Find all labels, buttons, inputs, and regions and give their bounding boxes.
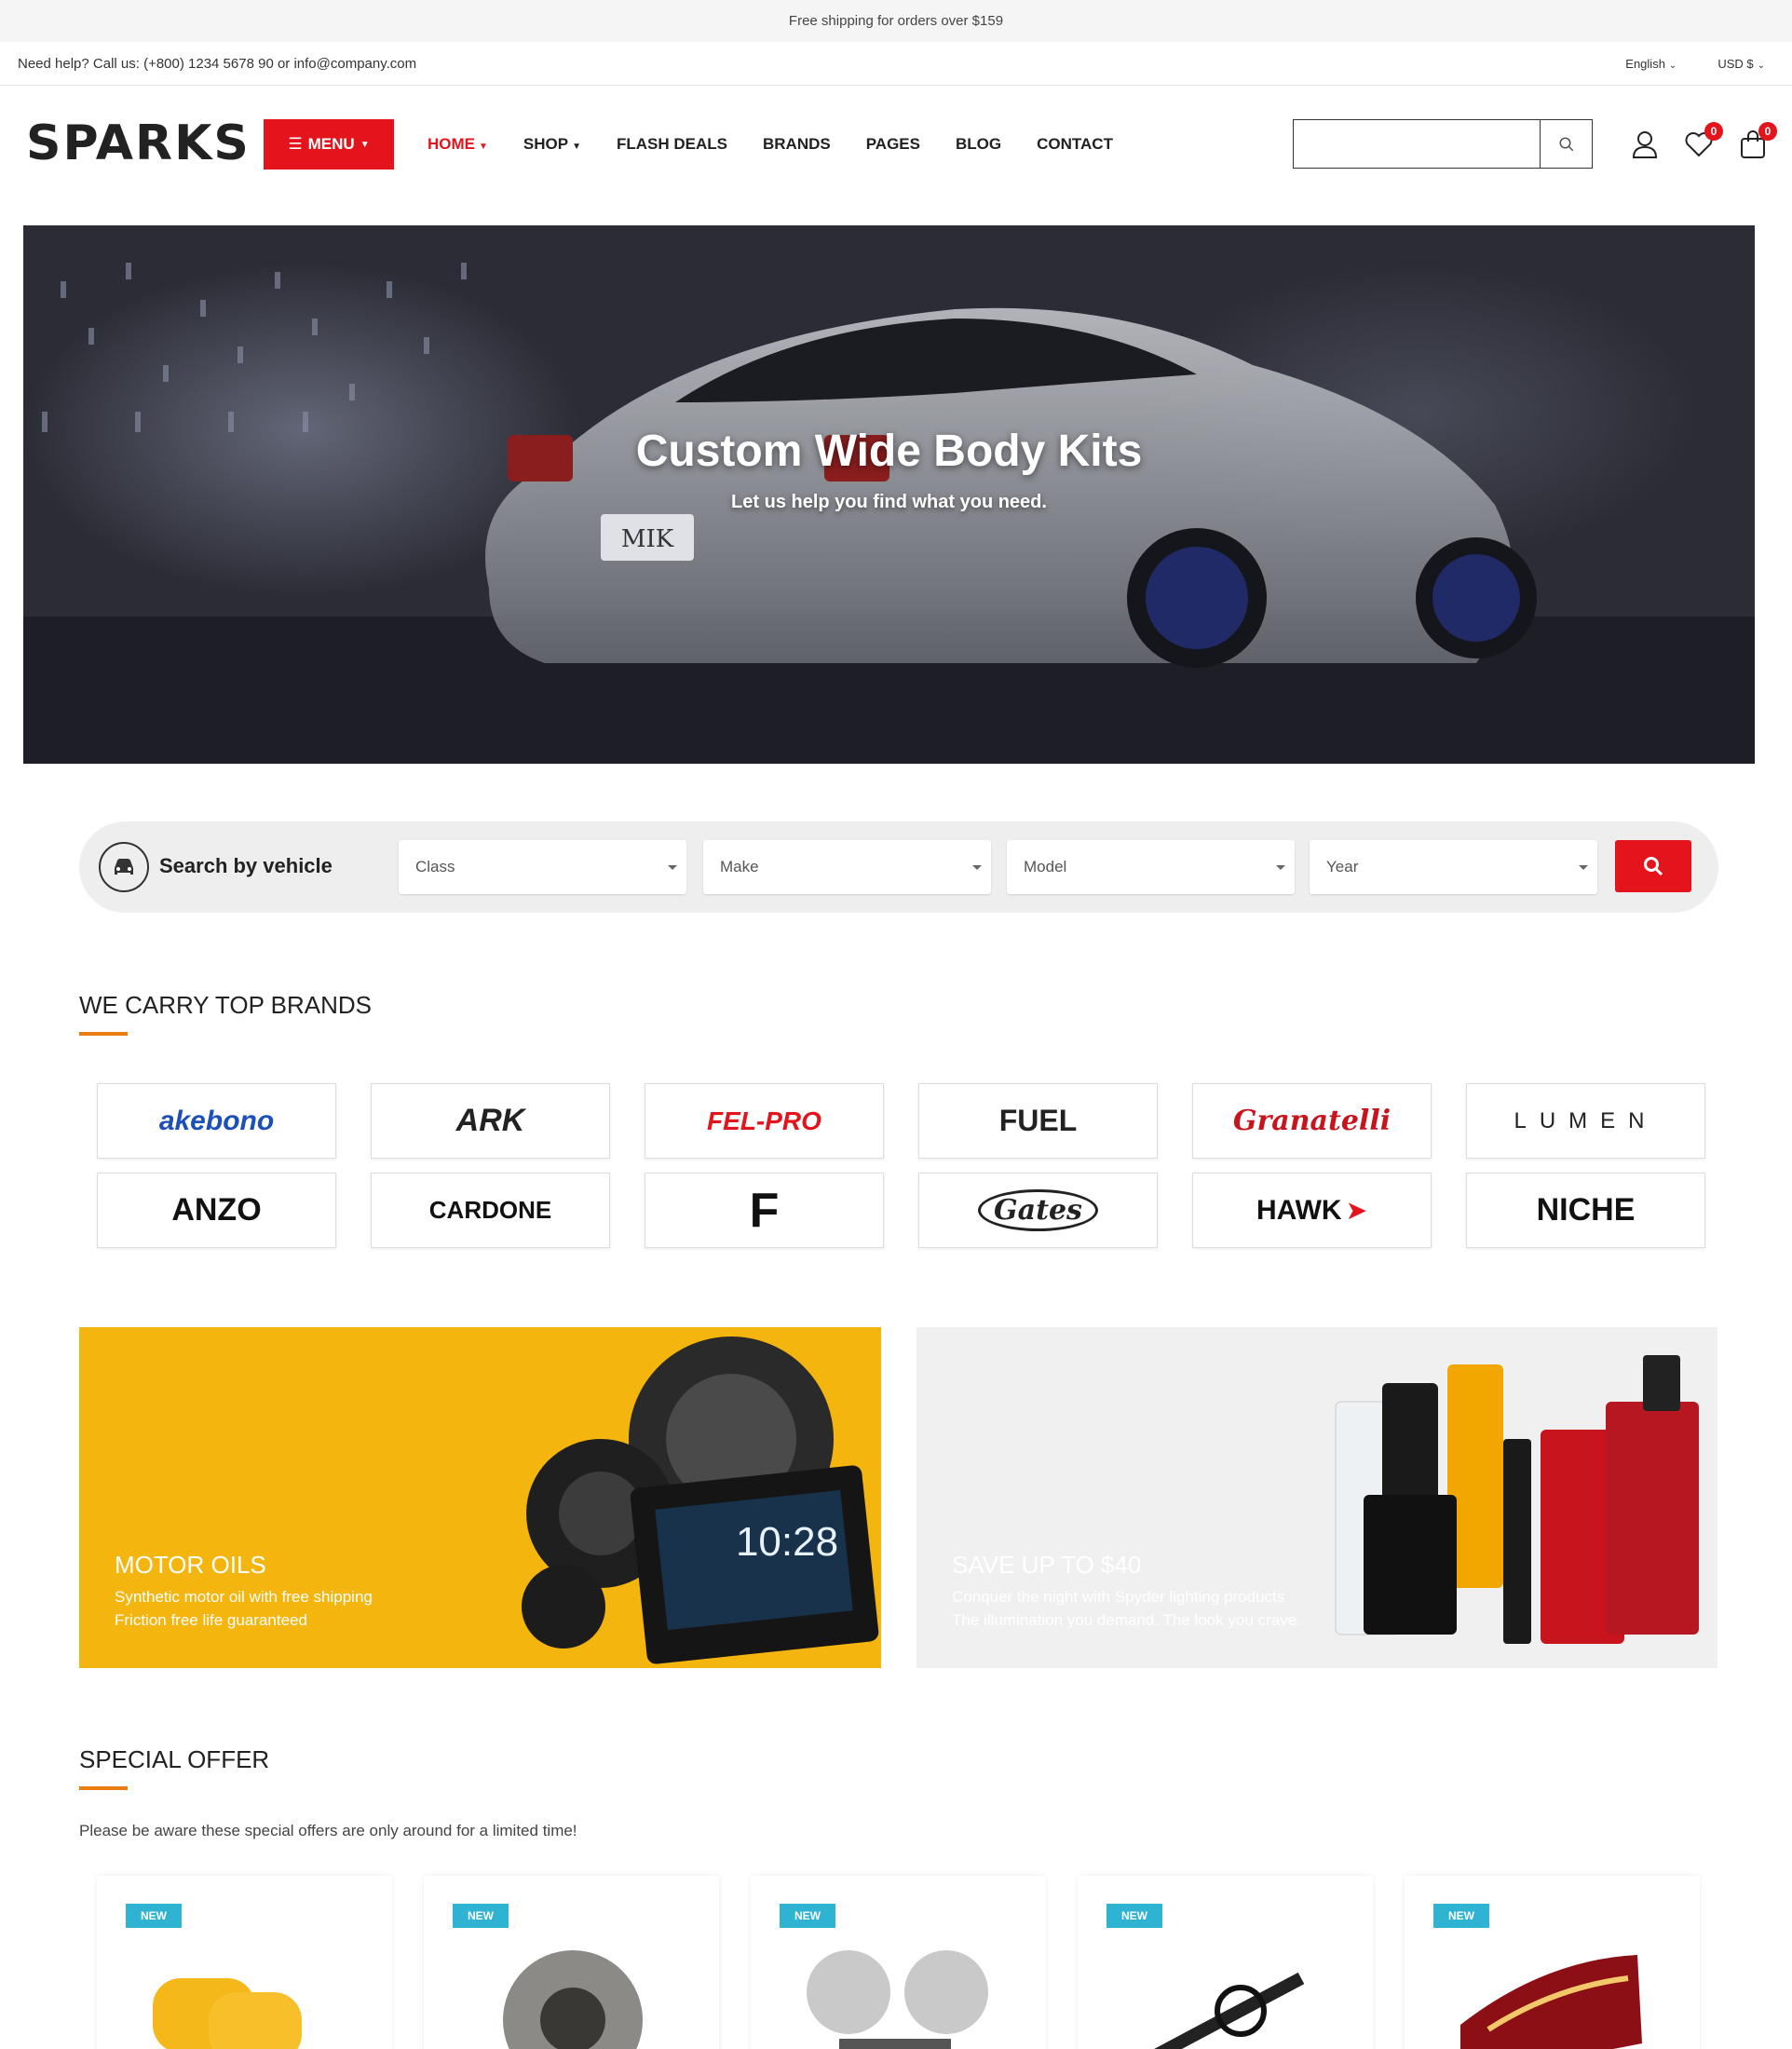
brand-akebono[interactable]: akebono (97, 1083, 336, 1159)
product-card[interactable]: NEW (751, 1876, 1046, 2049)
nav-home[interactable]: HOME ▼ (410, 135, 506, 154)
announcement-text: Free shipping for orders over $159 (788, 13, 1004, 29)
nav-flash-deals[interactable]: FLASH DEALS (599, 135, 745, 154)
nav-brands[interactable]: BRANDS (745, 135, 848, 154)
brand-gates[interactable]: Gates (918, 1173, 1158, 1248)
banner-text: The illumination you demand. The look yo… (952, 1611, 1301, 1629)
brand-felpro[interactable]: FEL-PRO (645, 1083, 884, 1159)
brand-ark[interactable]: ARK (371, 1083, 610, 1159)
product-image (1154, 1972, 1305, 2049)
currency-selector[interactable]: USD $ ⌄ (1717, 57, 1765, 71)
banner-text: Friction free life guaranteed (115, 1611, 307, 1629)
search-button[interactable] (1540, 120, 1592, 168)
special-offer-title: SPECIAL OFFER (79, 1745, 269, 1790)
car-icon (99, 842, 149, 892)
nav-shop[interactable]: SHOP ▼ (506, 135, 599, 154)
menu-button[interactable]: ☰ MENU ▼ (264, 119, 394, 170)
chevron-down-icon: ⌄ (1757, 60, 1765, 71)
vehicle-search-label: Search by vehicle (159, 854, 333, 877)
hero-subtitle: Let us help you find what you need. (731, 492, 1047, 512)
caret-down-icon (668, 865, 677, 870)
svg-text:10:28: 10:28 (736, 1519, 838, 1565)
special-offer-subtitle: Please be aware these special offers are… (79, 1822, 577, 1839)
product-image (153, 1978, 302, 2049)
search-icon (1644, 857, 1663, 876)
product-card[interactable]: NEW (97, 1876, 392, 2049)
brand-anzo[interactable]: ANZO (97, 1173, 336, 1248)
site-header: SPARKS ☰ MENU ▼ HOME ▼ SHOP ▼ FLASH DEALS … (0, 86, 1792, 199)
caret-down-icon (1276, 865, 1285, 870)
hero-banner[interactable]: MIK Custom Wide Body Kits Let us help yo… (23, 225, 1755, 764)
hero-title: Custom Wide Body Kits (635, 427, 1143, 476)
main-nav: HOME ▼ SHOP ▼ FLASH DEALS BRANDS PAGES BLO… (410, 119, 1131, 170)
nav-blog[interactable]: BLOG (938, 135, 1019, 154)
banner-text: Conquer the night with Spyder lighting p… (952, 1588, 1285, 1606)
brand-granatelli[interactable]: Granatelli (1192, 1083, 1432, 1159)
brand-fuel[interactable]: FUEL (918, 1083, 1158, 1159)
cart-button[interactable]: 0 (1738, 122, 1777, 159)
cart-count-badge: 0 (1758, 122, 1777, 141)
caret-down-icon: ▼ (479, 142, 488, 152)
hawk-swoosh-icon: ➤ (1345, 1196, 1368, 1225)
product-card[interactable]: NEW (1078, 1876, 1373, 2049)
brands-section-title: WE CARRY TOP BRANDS (79, 991, 372, 1036)
account-button[interactable] (1630, 129, 1660, 159)
chevron-down-icon: ⌄ (1668, 60, 1677, 71)
header-search (1293, 119, 1593, 169)
hamburger-icon: ☰ (288, 135, 303, 153)
product-image (807, 1950, 988, 2049)
banner-title: SAVE UP TO $40 (952, 1551, 1142, 1579)
caret-down-icon (972, 865, 982, 870)
brand-niche[interactable]: NICHE (1466, 1173, 1705, 1248)
caret-down-icon: ▼ (572, 142, 581, 152)
license-plate: MIK (621, 525, 674, 553)
title-underline (79, 1032, 128, 1036)
brand-lumen[interactable]: LUMEN (1466, 1083, 1705, 1159)
caret-down-icon: ▼ (360, 139, 370, 150)
search-input[interactable] (1294, 120, 1540, 168)
user-icon (1632, 131, 1658, 158)
site-logo[interactable]: SPARKS (26, 119, 251, 168)
vehicle-search-bar: Search by vehicle Class Make Model Year (79, 821, 1718, 913)
info-bar: Need help? Call us: (+800) 1234 5678 90 … (0, 42, 1792, 86)
search-icon (1559, 137, 1573, 151)
brand-hawk[interactable]: HAWK ➤ (1192, 1173, 1432, 1248)
brand-f[interactable]: F (645, 1173, 884, 1248)
banner-motor-oils[interactable]: 10:28 MOTOR OILS Synthetic motor oil wit… (79, 1327, 881, 1668)
caret-down-icon (1579, 865, 1588, 870)
language-selector[interactable]: English ⌄ (1625, 57, 1677, 71)
vehicle-search-button[interactable] (1615, 840, 1691, 892)
wishlist-button[interactable]: 0 (1684, 122, 1723, 159)
banner-text: Synthetic motor oil with free shipping (115, 1588, 373, 1606)
help-text: Need help? Call us: (+800) 1234 5678 90 … (18, 55, 417, 72)
product-card[interactable]: NEW (1405, 1876, 1700, 2049)
class-select[interactable]: Class (399, 840, 686, 894)
product-image (1460, 1955, 1642, 2049)
brand-cardone[interactable]: CARDONE (371, 1173, 610, 1248)
nav-pages[interactable]: PAGES (848, 135, 938, 154)
model-select[interactable]: Model (1007, 840, 1295, 894)
year-select[interactable]: Year (1310, 840, 1597, 894)
banner-save-up[interactable]: SAVE UP TO $40 Conquer the night with Sp… (916, 1327, 1717, 1668)
banner-title: MOTOR OILS (115, 1551, 266, 1579)
product-image (503, 1950, 643, 2049)
header-icons: 0 0 (1630, 119, 1777, 170)
wishlist-count-badge: 0 (1704, 122, 1723, 141)
product-card[interactable]: NEW (424, 1876, 719, 2049)
make-select[interactable]: Make (703, 840, 991, 894)
announcement-bar: Free shipping for orders over $159 (0, 0, 1792, 42)
title-underline (79, 1786, 128, 1790)
nav-contact[interactable]: CONTACT (1019, 135, 1131, 154)
